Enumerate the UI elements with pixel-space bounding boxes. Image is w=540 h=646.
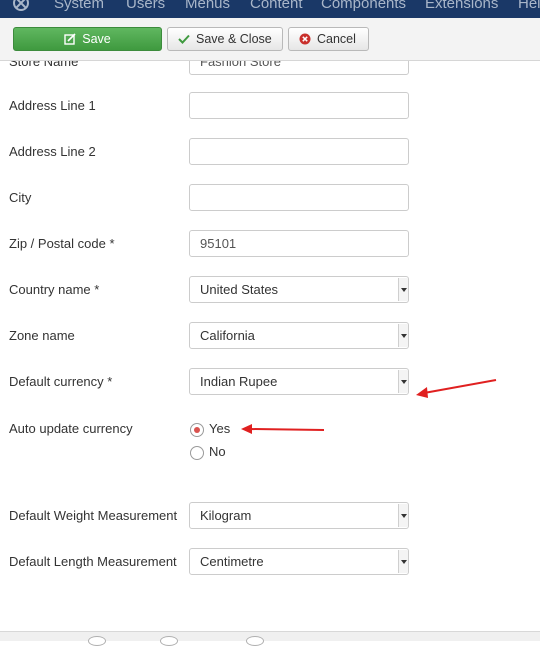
address-line-2-label: Address Line 2: [9, 144, 96, 159]
length-row: Default Length Measurement Centimetre: [0, 548, 540, 576]
address-line-1-input[interactable]: [189, 92, 409, 119]
radio-no-label: No: [209, 444, 226, 459]
chevron-down-icon: [398, 550, 408, 573]
chevron-down-icon: [398, 278, 408, 301]
menu-item-components[interactable]: Components: [321, 0, 406, 12]
address-line-2-input[interactable]: [189, 138, 409, 165]
checkmark-icon: [178, 34, 190, 44]
cancel-button[interactable]: Cancel: [288, 27, 369, 51]
length-label: Default Length Measurement: [9, 554, 177, 569]
auto-update-label: Auto update currency: [9, 421, 133, 436]
zip-row: Zip / Postal code *: [0, 230, 540, 258]
country-select-value: United States: [200, 282, 279, 297]
menu-item-menus[interactable]: Menus: [185, 0, 230, 12]
edit-icon: [64, 33, 76, 45]
chevron-down-icon: [398, 504, 408, 527]
save-and-close-label: Save & Close: [196, 32, 272, 46]
address-line-1-row: Address Line 1: [0, 92, 540, 120]
zone-row: Zone name California: [0, 322, 540, 350]
currency-select[interactable]: Indian Rupee: [189, 368, 409, 395]
cancel-icon: [299, 33, 311, 45]
radio-selected-icon[interactable]: [190, 423, 204, 437]
store-settings-form: Store Name Address Line 1 Address Line 2…: [0, 0, 540, 641]
save-and-close-button[interactable]: Save & Close: [167, 27, 283, 51]
menu-item-system[interactable]: System: [54, 0, 104, 12]
address-line-1-label: Address Line 1: [9, 98, 96, 113]
zone-select[interactable]: California: [189, 322, 409, 349]
city-input[interactable]: [189, 184, 409, 211]
country-row: Country name * United States: [0, 276, 540, 304]
action-toolbar: Save Save & Close Cancel: [0, 18, 540, 61]
annotation-arrow-currency: [416, 379, 497, 398]
joomla-logo-icon[interactable]: [12, 0, 30, 12]
currency-select-value: Indian Rupee: [200, 374, 278, 389]
weight-row: Default Weight Measurement Kilogram: [0, 502, 540, 530]
menu-item-help[interactable]: Hel: [518, 0, 540, 12]
weight-select-value: Kilogram: [200, 508, 252, 523]
address-line-2-row: Address Line 2: [0, 138, 540, 166]
annotation-arrow-auto-update: [241, 424, 325, 434]
zone-label: Zone name: [9, 328, 75, 343]
radio-unselected-icon[interactable]: [190, 446, 204, 460]
chevron-down-icon: [398, 324, 408, 347]
radio-yes-label: Yes: [209, 421, 231, 436]
menu-item-content[interactable]: Content: [250, 0, 303, 12]
footer-control[interactable]: [246, 636, 264, 646]
zip-input[interactable]: [189, 230, 409, 257]
city-label: City: [9, 190, 32, 205]
save-button-label: Save: [82, 32, 111, 46]
zone-select-value: California: [200, 328, 255, 343]
footer-control[interactable]: [160, 636, 178, 646]
city-row: City: [0, 184, 540, 212]
cancel-button-label: Cancel: [317, 32, 356, 46]
admin-navbar: System Users Menus Content Components Ex…: [0, 0, 540, 18]
footer-strip: [0, 631, 540, 646]
length-select-value: Centimetre: [200, 554, 264, 569]
menu-item-extensions[interactable]: Extensions: [425, 0, 498, 12]
footer-control[interactable]: [88, 636, 106, 646]
weight-select[interactable]: Kilogram: [189, 502, 409, 529]
save-button[interactable]: Save: [13, 27, 162, 51]
menu-item-users[interactable]: Users: [126, 0, 165, 12]
length-select[interactable]: Centimetre: [189, 548, 409, 575]
chevron-down-icon: [398, 370, 408, 393]
currency-label: Default currency *: [9, 374, 113, 389]
country-select[interactable]: United States: [189, 276, 409, 303]
country-label: Country name *: [9, 282, 100, 297]
weight-label: Default Weight Measurement: [9, 508, 178, 523]
zip-label: Zip / Postal code *: [9, 236, 115, 251]
